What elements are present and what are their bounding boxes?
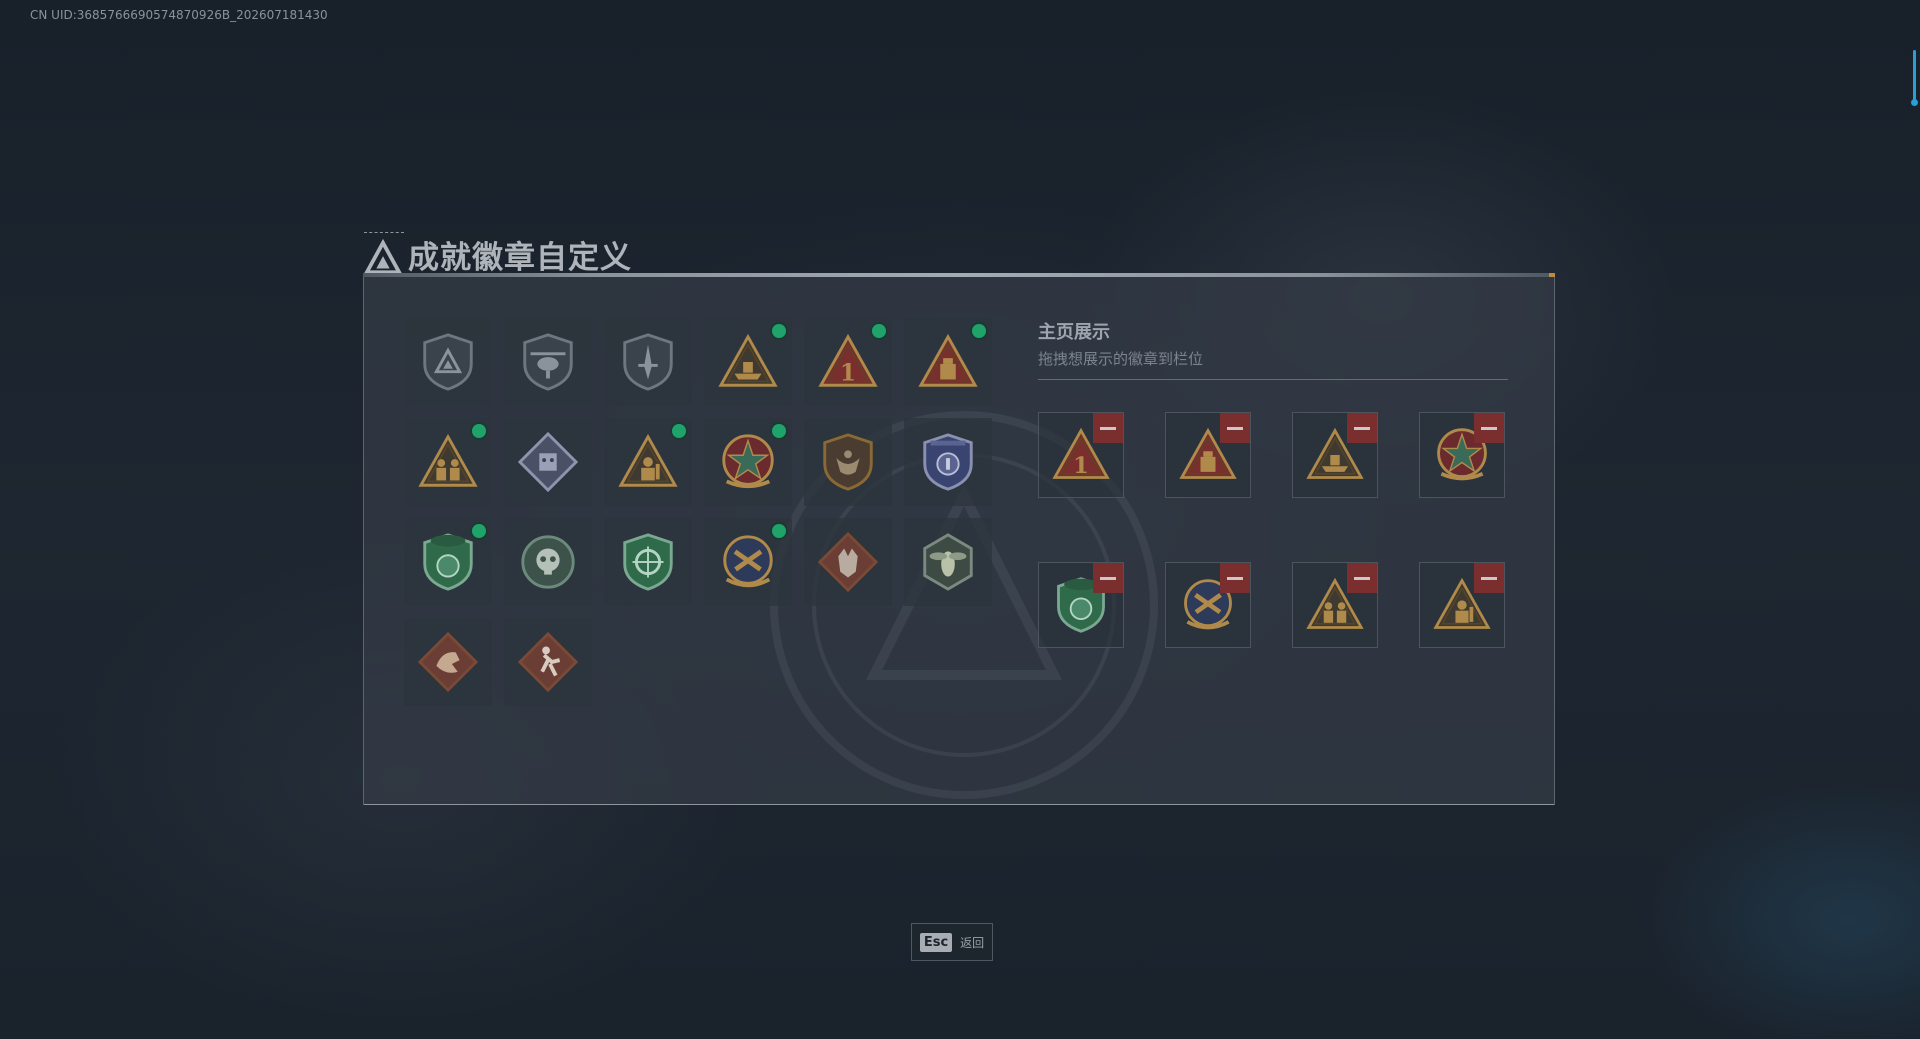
page-header: 成就徽章自定义 (364, 232, 632, 277)
title-decoration (364, 232, 404, 235)
showcase-title: 主页展示 (1038, 322, 1110, 343)
back-label: 返回 (960, 935, 985, 950)
new-badge-dot (772, 524, 786, 538)
remove-badge-button[interactable] (1093, 413, 1123, 443)
remove-badge-button[interactable] (1220, 563, 1250, 593)
badge-slot[interactable] (904, 418, 992, 506)
triangle-shield-badge-icon (423, 333, 473, 391)
remove-badge-button[interactable] (1474, 413, 1504, 443)
number-one-triangle-badge-icon: 1 (818, 333, 878, 387)
helicopter-badge-icon (523, 333, 573, 391)
badge-slot[interactable] (504, 418, 592, 506)
badge-slot[interactable] (704, 318, 792, 406)
badge-slot[interactable] (404, 618, 492, 706)
new-badge-dot (872, 324, 886, 338)
robot-diamond-badge-icon (517, 431, 579, 493)
showcase-slot[interactable] (1165, 562, 1251, 648)
minus-icon (1481, 576, 1497, 580)
esc-key-hint: Esc (919, 932, 953, 952)
uid-label: CN UID:3685766690574870926B_202607181430 (30, 8, 328, 22)
crossed-guns-medal-badge-icon (723, 535, 773, 588)
delta-logo-icon (364, 238, 402, 274)
minus-icon (1354, 426, 1370, 430)
homepage-showcase: 主页展示 拖拽想展示的徽章到栏位 1 (1038, 318, 1508, 648)
remove-badge-button[interactable] (1474, 563, 1504, 593)
back-button[interactable]: Esc 返回 (911, 923, 993, 961)
badge-slot[interactable] (604, 418, 692, 506)
page-title: 成就徽章自定义 (408, 240, 632, 276)
badge-slot[interactable] (904, 518, 992, 606)
badge-slot[interactable] (604, 318, 692, 406)
badge-slot[interactable] (704, 518, 792, 606)
wing-shield-badge-icon (823, 433, 873, 491)
runner-diamond-badge-icon (517, 631, 579, 693)
star-medal-badge-icon (722, 434, 774, 489)
wolf-diamond-badge-icon (817, 531, 879, 593)
soldiers-triangle-badge-icon (418, 433, 478, 487)
showcase-slot[interactable]: 1 (1038, 412, 1124, 498)
remove-badge-button[interactable] (1093, 563, 1123, 593)
remove-badge-button[interactable] (1347, 563, 1377, 593)
showcase-slot[interactable] (1038, 562, 1124, 648)
showcase-slot[interactable] (1292, 412, 1378, 498)
ship-triangle-badge-icon (718, 333, 778, 387)
badge-slot[interactable]: 1 (804, 318, 892, 406)
minus-icon (1100, 576, 1116, 580)
svg-text:1: 1 (840, 359, 856, 386)
minus-icon (1481, 426, 1497, 430)
badge-slot[interactable] (804, 418, 892, 506)
badge-slot[interactable] (904, 318, 992, 406)
minus-icon (1227, 576, 1243, 580)
badge-slot[interactable] (404, 318, 492, 406)
remove-badge-button[interactable] (1220, 413, 1250, 443)
badge-customize-panel: 1 主页展示 拖拽想展示的徽章到栏位 1 (363, 273, 1555, 805)
badge-slot[interactable] (804, 518, 892, 606)
new-badge-dot (772, 424, 786, 438)
lion-beret-badge-icon (423, 533, 473, 591)
hornet-hexagon-badge-icon (923, 533, 973, 591)
panel-top-bar (363, 273, 1555, 277)
badge-slot[interactable] (704, 418, 792, 506)
dragon-diamond-badge-icon (417, 631, 479, 693)
badge-slot[interactable] (404, 418, 492, 506)
showcase-slot[interactable] (1165, 412, 1251, 498)
badge-slot[interactable] (404, 518, 492, 606)
skull-wreath-badge-icon (521, 535, 575, 589)
sword-shield-badge-icon (623, 333, 673, 391)
supply-box-triangle-badge-icon (918, 333, 978, 387)
new-badge-dot (672, 424, 686, 438)
new-badge-dot (972, 324, 986, 338)
minus-icon (1227, 426, 1243, 430)
police-shield-badge-icon (923, 433, 973, 491)
svg-text:1: 1 (1073, 453, 1089, 479)
badge-slot[interactable] (504, 618, 592, 706)
new-badge-dot (772, 324, 786, 338)
badge-slot[interactable] (504, 518, 592, 606)
showcase-slots: 1 (1038, 412, 1508, 648)
badge-slot[interactable] (504, 318, 592, 406)
remove-badge-button[interactable] (1347, 413, 1377, 443)
crosshair-shield-badge-icon (623, 533, 673, 591)
badge-slot[interactable] (604, 518, 692, 606)
showcase-slot[interactable] (1419, 412, 1505, 498)
new-badge-dot (472, 524, 486, 538)
badge-collection-grid: 1 (404, 318, 992, 706)
showcase-subtitle: 拖拽想展示的徽章到栏位 (1038, 350, 1204, 368)
minus-icon (1354, 576, 1370, 580)
minus-icon (1100, 426, 1116, 430)
showcase-slot[interactable] (1419, 562, 1505, 648)
new-badge-dot (472, 424, 486, 438)
soldier-triangle-badge-icon (618, 433, 678, 487)
scroll-indicator[interactable] (1911, 50, 1918, 106)
showcase-slot[interactable] (1292, 562, 1378, 648)
showcase-divider (1038, 379, 1508, 380)
